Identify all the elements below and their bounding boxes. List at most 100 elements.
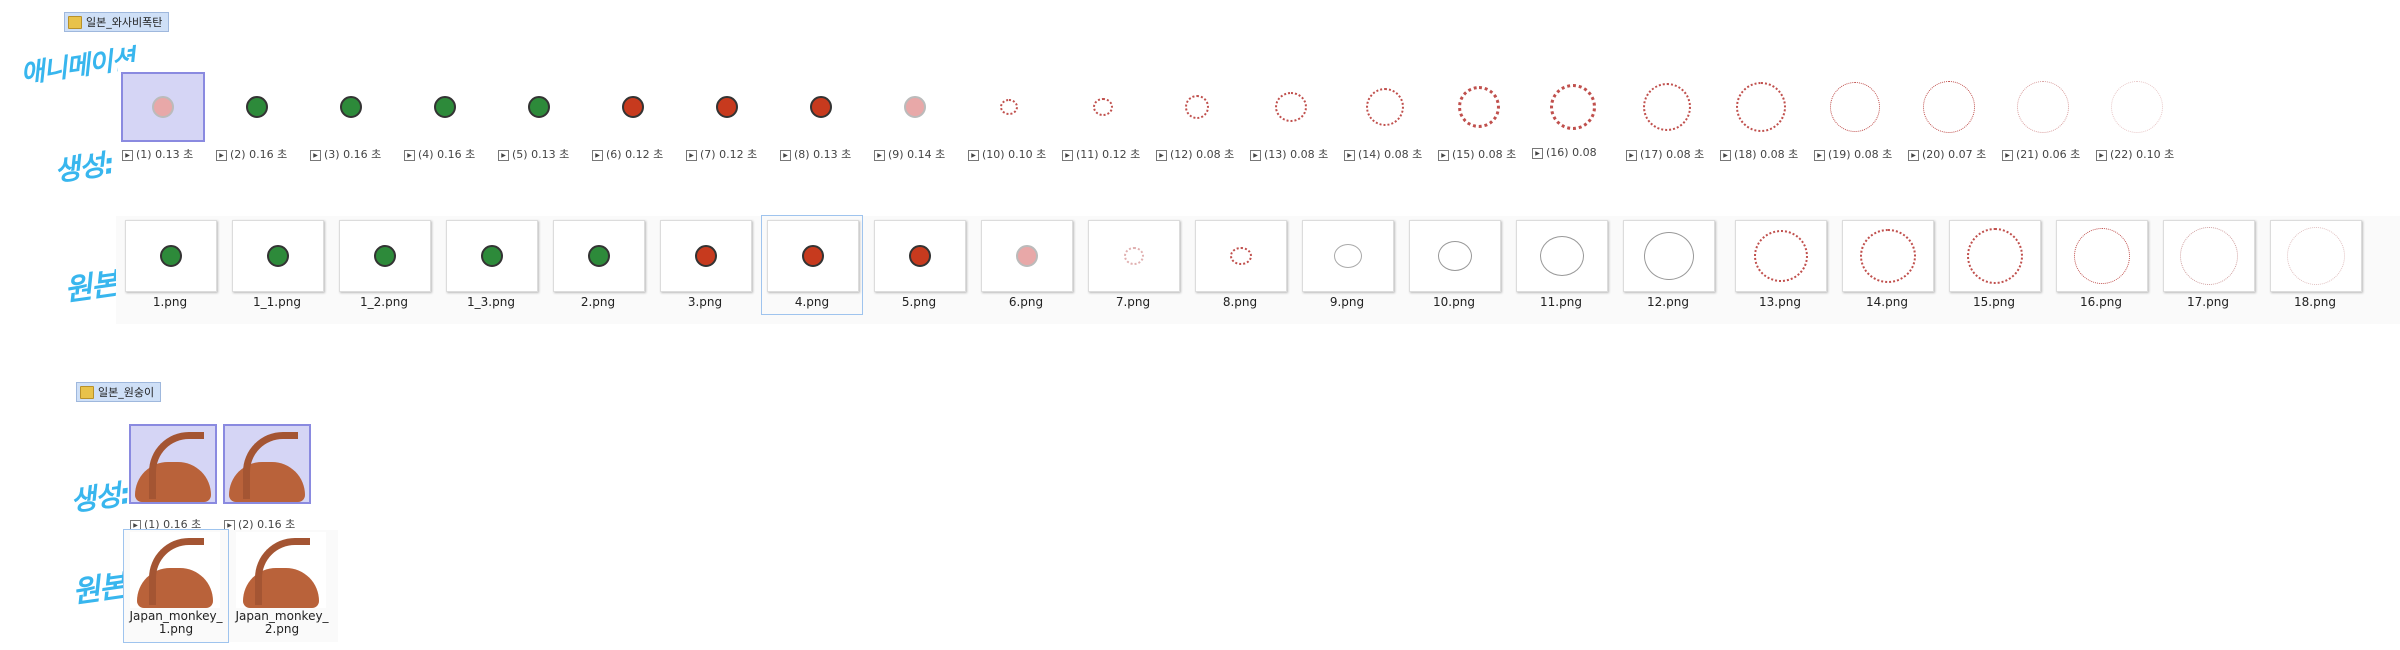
file-item[interactable]: 15.png [1944, 216, 2044, 314]
play-icon[interactable]: ▶ [686, 149, 697, 161]
file-item[interactable]: 16.png [2051, 216, 2151, 314]
animation-frame[interactable]: ▶ (13) 0.08 초 [1248, 72, 1334, 161]
animation-frame[interactable]: ▶ (7) 0.12 초 [684, 72, 770, 161]
monkey-sprite [239, 532, 323, 608]
play-icon[interactable]: ▶ [310, 149, 321, 161]
folder-tag-wasabi[interactable]: 일본_와사비폭탄 [64, 12, 170, 32]
file-name: 6.png [1008, 295, 1044, 309]
play-icon[interactable]: ▶ [224, 519, 235, 531]
play-icon[interactable]: ▶ [1344, 149, 1355, 161]
file-item[interactable]: 8.png [1190, 216, 1290, 314]
frame-thumbnail [1625, 72, 1709, 142]
play-icon[interactable]: ▶ [498, 149, 509, 161]
play-icon[interactable]: ▶ [1720, 149, 1731, 161]
monkey-sprite [133, 532, 217, 608]
animation-frame[interactable]: ▶ (2) 0.16 초 [214, 72, 300, 161]
file-name: 8.png [1222, 295, 1258, 309]
play-icon[interactable]: ▶ [1814, 149, 1825, 161]
file-item[interactable]: 1_1.png [227, 216, 327, 314]
play-icon[interactable]: ▶ [1250, 149, 1261, 161]
file-item[interactable]: 5.png [869, 216, 969, 314]
animation-frame[interactable]: ▶ (1) 0.13 초 [120, 72, 206, 161]
explosion-sprite [2111, 81, 2163, 133]
animation-frame[interactable]: ▶ (9) 0.14 초 [872, 72, 958, 161]
play-icon[interactable]: ▶ [1626, 149, 1637, 161]
animation-frame[interactable]: ▶ (15) 0.08 초 [1436, 72, 1522, 161]
animation-frame[interactable]: ▶ (6) 0.12 초 [590, 72, 676, 161]
file-item[interactable]: 10.png [1404, 216, 1504, 314]
play-icon[interactable]: ▶ [592, 149, 603, 161]
animation-frame[interactable]: ▶ (17) 0.08 초 [1624, 72, 1710, 161]
file-item[interactable]: 14.png [1837, 216, 1937, 314]
file-name: 10.png [1433, 295, 1475, 309]
play-icon[interactable]: ▶ [2096, 149, 2107, 161]
play-icon[interactable]: ▶ [780, 149, 791, 161]
play-icon[interactable]: ▶ [122, 149, 133, 161]
animation-frame[interactable]: ▶ (3) 0.16 초 [308, 72, 394, 161]
animation-frame[interactable]: ▶ (21) 0.06 초 [2000, 72, 2086, 161]
file-item[interactable]: 4.png [761, 215, 863, 315]
frame-label: ▶ (2) 0.16 초 [216, 146, 287, 162]
play-icon[interactable]: ▶ [968, 149, 979, 161]
folder-tag-monkey[interactable]: 일본_원숭이 [76, 382, 162, 402]
file-item[interactable]: 3.png [655, 216, 755, 314]
bomb-sprite [802, 245, 824, 267]
animation-frame[interactable]: ▶ (1) 0.16 초 [128, 424, 218, 532]
file-thumbnail [2270, 220, 2362, 292]
animation-frame[interactable]: ▶ (12) 0.08 초 [1154, 72, 1240, 161]
file-thumbnail [232, 220, 324, 292]
play-icon[interactable]: ▶ [130, 519, 141, 531]
file-name: 11.png [1540, 295, 1582, 309]
frame-label: ▶ (7) 0.12 초 [686, 146, 757, 162]
animation-frame[interactable]: ▶ (5) 0.13 초 [496, 72, 582, 161]
play-icon[interactable]: ▶ [404, 149, 415, 161]
animation-frame[interactable]: ▶ (10) 0.10 초 [966, 72, 1052, 161]
animation-frame[interactable]: ▶ (22) 0.10 초 [2094, 72, 2180, 161]
file-item[interactable]: 6.png [976, 216, 1076, 314]
play-icon[interactable]: ▶ [1438, 149, 1449, 161]
file-thumbnail [2056, 220, 2148, 292]
explosion-sprite [1860, 229, 1916, 283]
play-icon[interactable]: ▶ [1062, 149, 1073, 161]
animation-frame[interactable]: ▶ (18) 0.08 초 [1718, 72, 1804, 161]
bomb-sprite [160, 245, 182, 267]
play-icon[interactable]: ▶ [216, 149, 227, 161]
annotation-frames: 생성: [52, 146, 116, 188]
frame-label: ▶ (4) 0.16 초 [404, 146, 475, 162]
file-item[interactable]: 17.png [2158, 216, 2258, 314]
explosion-sprite [2180, 227, 2238, 285]
file-item[interactable]: 1_3.png [441, 216, 541, 314]
file-item[interactable]: 1_2.png [334, 216, 434, 314]
file-item[interactable]: 7.png [1083, 216, 1183, 314]
play-icon[interactable]: ▶ [1908, 149, 1919, 161]
animation-frame[interactable]: ▶ (20) 0.07 초 [1906, 72, 1992, 161]
folder-icon [80, 385, 94, 399]
frame-label: ▶ (20) 0.07 초 [1908, 146, 1986, 162]
file-item[interactable]: 1.png [120, 216, 220, 314]
file-name: 12.png [1647, 295, 1689, 309]
file-item[interactable]: Japan_monkey_1.png [123, 529, 229, 643]
file-item[interactable]: 11.png [1511, 216, 1611, 314]
animation-frame[interactable]: ▶ (8) 0.13 초 [778, 72, 864, 161]
play-icon[interactable]: ▶ [874, 149, 885, 161]
animation-frame[interactable]: ▶ (16) 0.08 [1530, 72, 1616, 159]
animation-frame[interactable]: ▶ (19) 0.08 초 [1812, 72, 1898, 161]
file-item[interactable]: 18.png [2265, 216, 2365, 314]
animation-frame[interactable]: ▶ (14) 0.08 초 [1342, 72, 1428, 161]
file-item[interactable]: Japan_monkey_2.png [230, 530, 334, 642]
play-icon[interactable]: ▶ [1532, 147, 1543, 159]
play-icon[interactable]: ▶ [2002, 149, 2013, 161]
file-thumbnail [339, 220, 431, 292]
play-icon[interactable]: ▶ [1156, 149, 1167, 161]
file-item[interactable]: 2.png [548, 216, 648, 314]
file-item[interactable]: 12.png [1618, 216, 1718, 314]
frame-label: ▶ (9) 0.14 초 [874, 146, 945, 162]
file-item[interactable]: 13.png [1730, 216, 1830, 314]
explosion-sprite [1830, 82, 1880, 132]
file-thumbnail [874, 220, 966, 292]
animation-frame[interactable]: ▶ (2) 0.16 초 [222, 424, 312, 532]
animation-frame[interactable]: ▶ (11) 0.12 초 [1060, 72, 1146, 161]
file-item[interactable]: 9.png [1297, 216, 1397, 314]
animation-frame[interactable]: ▶ (4) 0.16 초 [402, 72, 488, 161]
frame-label: ▶ (18) 0.08 초 [1720, 146, 1798, 162]
